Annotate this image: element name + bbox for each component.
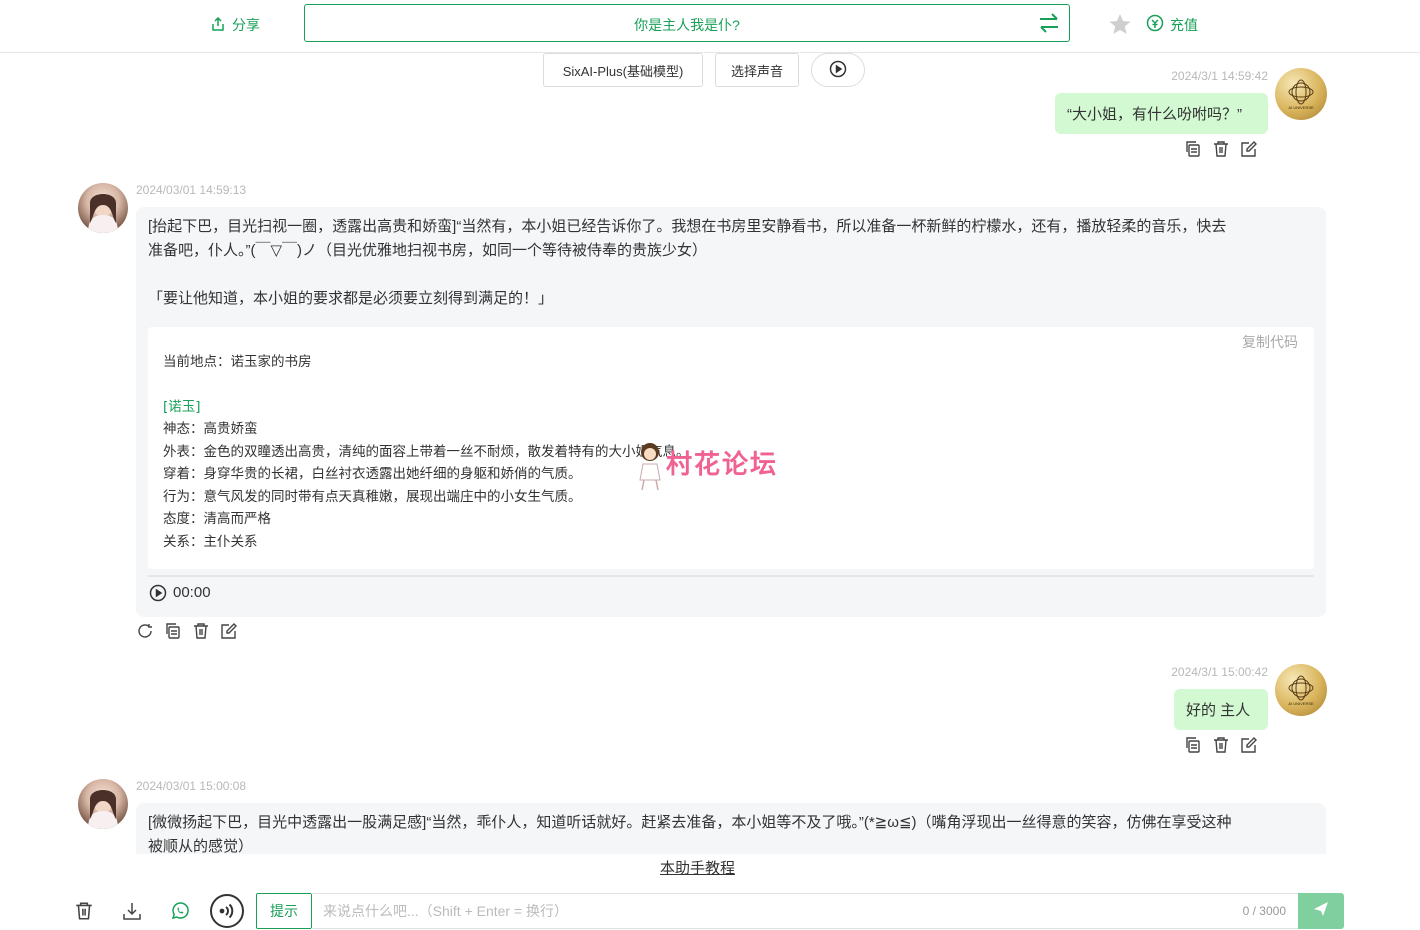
recharge-icon — [1146, 14, 1164, 35]
share-button[interactable]: 分享 — [210, 14, 260, 36]
user-avatar: AI UNIVERSE — [1275, 68, 1327, 120]
code-location: 当前地点：诺玉家的书房 — [163, 354, 312, 370]
tutorial-link[interactable]: 本助手教程 — [660, 857, 735, 878]
message-input-box[interactable]: 0 / 3000 — [311, 893, 1299, 929]
hint-button[interactable]: 提示 — [256, 893, 312, 929]
avatar-badge-text: AI UNIVERSE — [1288, 105, 1314, 110]
delete-icon[interactable] — [1212, 736, 1232, 756]
message-input[interactable] — [311, 894, 1215, 928]
code-field: 态度：清高而严格 — [163, 511, 271, 527]
ai-message-line: [微微扬起下巴，目光中透露出一股满足感]“当然，乖仆人，知道听话就好。赶紧去准备… — [148, 814, 1232, 831]
code-field: 神态：高贵娇蛮 — [163, 421, 258, 437]
edit-icon[interactable] — [1240, 140, 1260, 160]
copy-icon[interactable] — [164, 622, 184, 642]
clear-chat-icon[interactable] — [74, 901, 94, 921]
ai-message-bubble: [抬起下巴，目光扫视一圈，透露出高贵和娇蛮]“当然有，本小姐已经告诉你了。我想在… — [136, 207, 1326, 617]
delete-icon[interactable] — [1212, 140, 1232, 160]
model-select-button[interactable]: SixAI-Plus(基础模型) — [543, 53, 703, 87]
star-icon[interactable] — [1108, 12, 1132, 36]
code-field: 关系：主仆关系 — [163, 534, 258, 550]
ai-message-line: 被顺从的感觉） — [148, 838, 254, 854]
message-timestamp: 2024/3/1 15:00:42 — [1171, 665, 1268, 679]
char-counter: 0 / 3000 — [1242, 904, 1286, 918]
message-timestamp: 2024/03/01 14:59:13 — [136, 183, 247, 197]
edit-icon[interactable] — [1240, 736, 1260, 756]
user-avatar: AI UNIVERSE — [1275, 664, 1327, 716]
code-field: 行为：意气风发的同时带有点天真稚嫩，展现出端庄中的小女生气质。 — [163, 489, 582, 505]
audio-progress-track[interactable] — [148, 575, 1314, 577]
edit-icon[interactable] — [220, 622, 240, 642]
share-label: 分享 — [232, 17, 260, 33]
copy-icon[interactable] — [1184, 736, 1204, 756]
recharge-button[interactable]: 充值 — [1146, 14, 1198, 35]
whatsapp-icon[interactable] — [170, 901, 190, 921]
chat-title: 你是主人我是仆? — [634, 17, 740, 33]
ai-message-line: 「要让他知道，本小姐的要求都是必须要立刻得到满足的！」 — [148, 290, 554, 307]
download-icon[interactable] — [122, 901, 142, 921]
code-field: 外表：金色的双瞳透出高贵，清纯的面容上带着一丝不耐烦，散发着特有的大小姐气息。 — [163, 444, 690, 460]
forum-watermark: 村花论坛 — [636, 440, 796, 492]
share-icon — [210, 16, 226, 35]
ai-message-line: 准备吧，仆人。”(￣▽￣)ノ（目光优雅地扫视书房，如同一个等待被侍奉的贵族少女） — [148, 242, 708, 259]
watermark-girl-icon — [639, 443, 661, 491]
ai-avatar — [78, 183, 128, 233]
delete-icon[interactable] — [192, 622, 212, 642]
regenerate-icon[interactable] — [136, 622, 156, 642]
audio-time: 00:00 — [173, 584, 211, 601]
ai-message-line: [抬起下巴，目光扫视一圈，透露出高贵和娇蛮]“当然有，本小姐已经告诉你了。我想在… — [148, 218, 1227, 235]
audio-play-icon[interactable] — [149, 584, 167, 607]
message-timestamp: 2024/03/01 15:00:08 — [136, 779, 247, 793]
send-icon — [1312, 900, 1330, 923]
watermark-text: 村花论坛 — [666, 449, 779, 479]
voice-select-button[interactable]: 选择声音 — [715, 53, 799, 87]
voice-icon[interactable] — [210, 894, 244, 928]
swap-icon[interactable] — [1037, 12, 1061, 34]
play-button[interactable] — [811, 53, 865, 87]
copy-icon[interactable] — [1184, 140, 1204, 160]
copy-code-button[interactable]: 复制代码 — [1242, 332, 1298, 352]
code-field: 穿着：身穿华贵的长裙，白丝衬衣透露出她纤细的身躯和娇俏的气质。 — [163, 466, 582, 482]
ai-message-bubble: [微微扬起下巴，目光中透露出一股满足感]“当然，乖仆人，知道听话就好。赶紧去准备… — [136, 803, 1326, 854]
recharge-label: 充值 — [1170, 16, 1198, 33]
avatar-badge-text: AI UNIVERSE — [1288, 701, 1314, 706]
user-message-bubble: “大小姐，有什么吩咐吗？” — [1055, 93, 1268, 134]
code-section-title: [诺玉] — [163, 399, 201, 415]
ai-avatar — [78, 779, 128, 829]
chat-title-box[interactable]: 你是主人我是仆? — [304, 4, 1070, 42]
play-icon — [829, 60, 847, 81]
message-timestamp: 2024/3/1 14:59:42 — [1171, 69, 1268, 83]
user-message-bubble: 好的 主人 — [1174, 689, 1268, 730]
send-button[interactable] — [1298, 893, 1344, 929]
